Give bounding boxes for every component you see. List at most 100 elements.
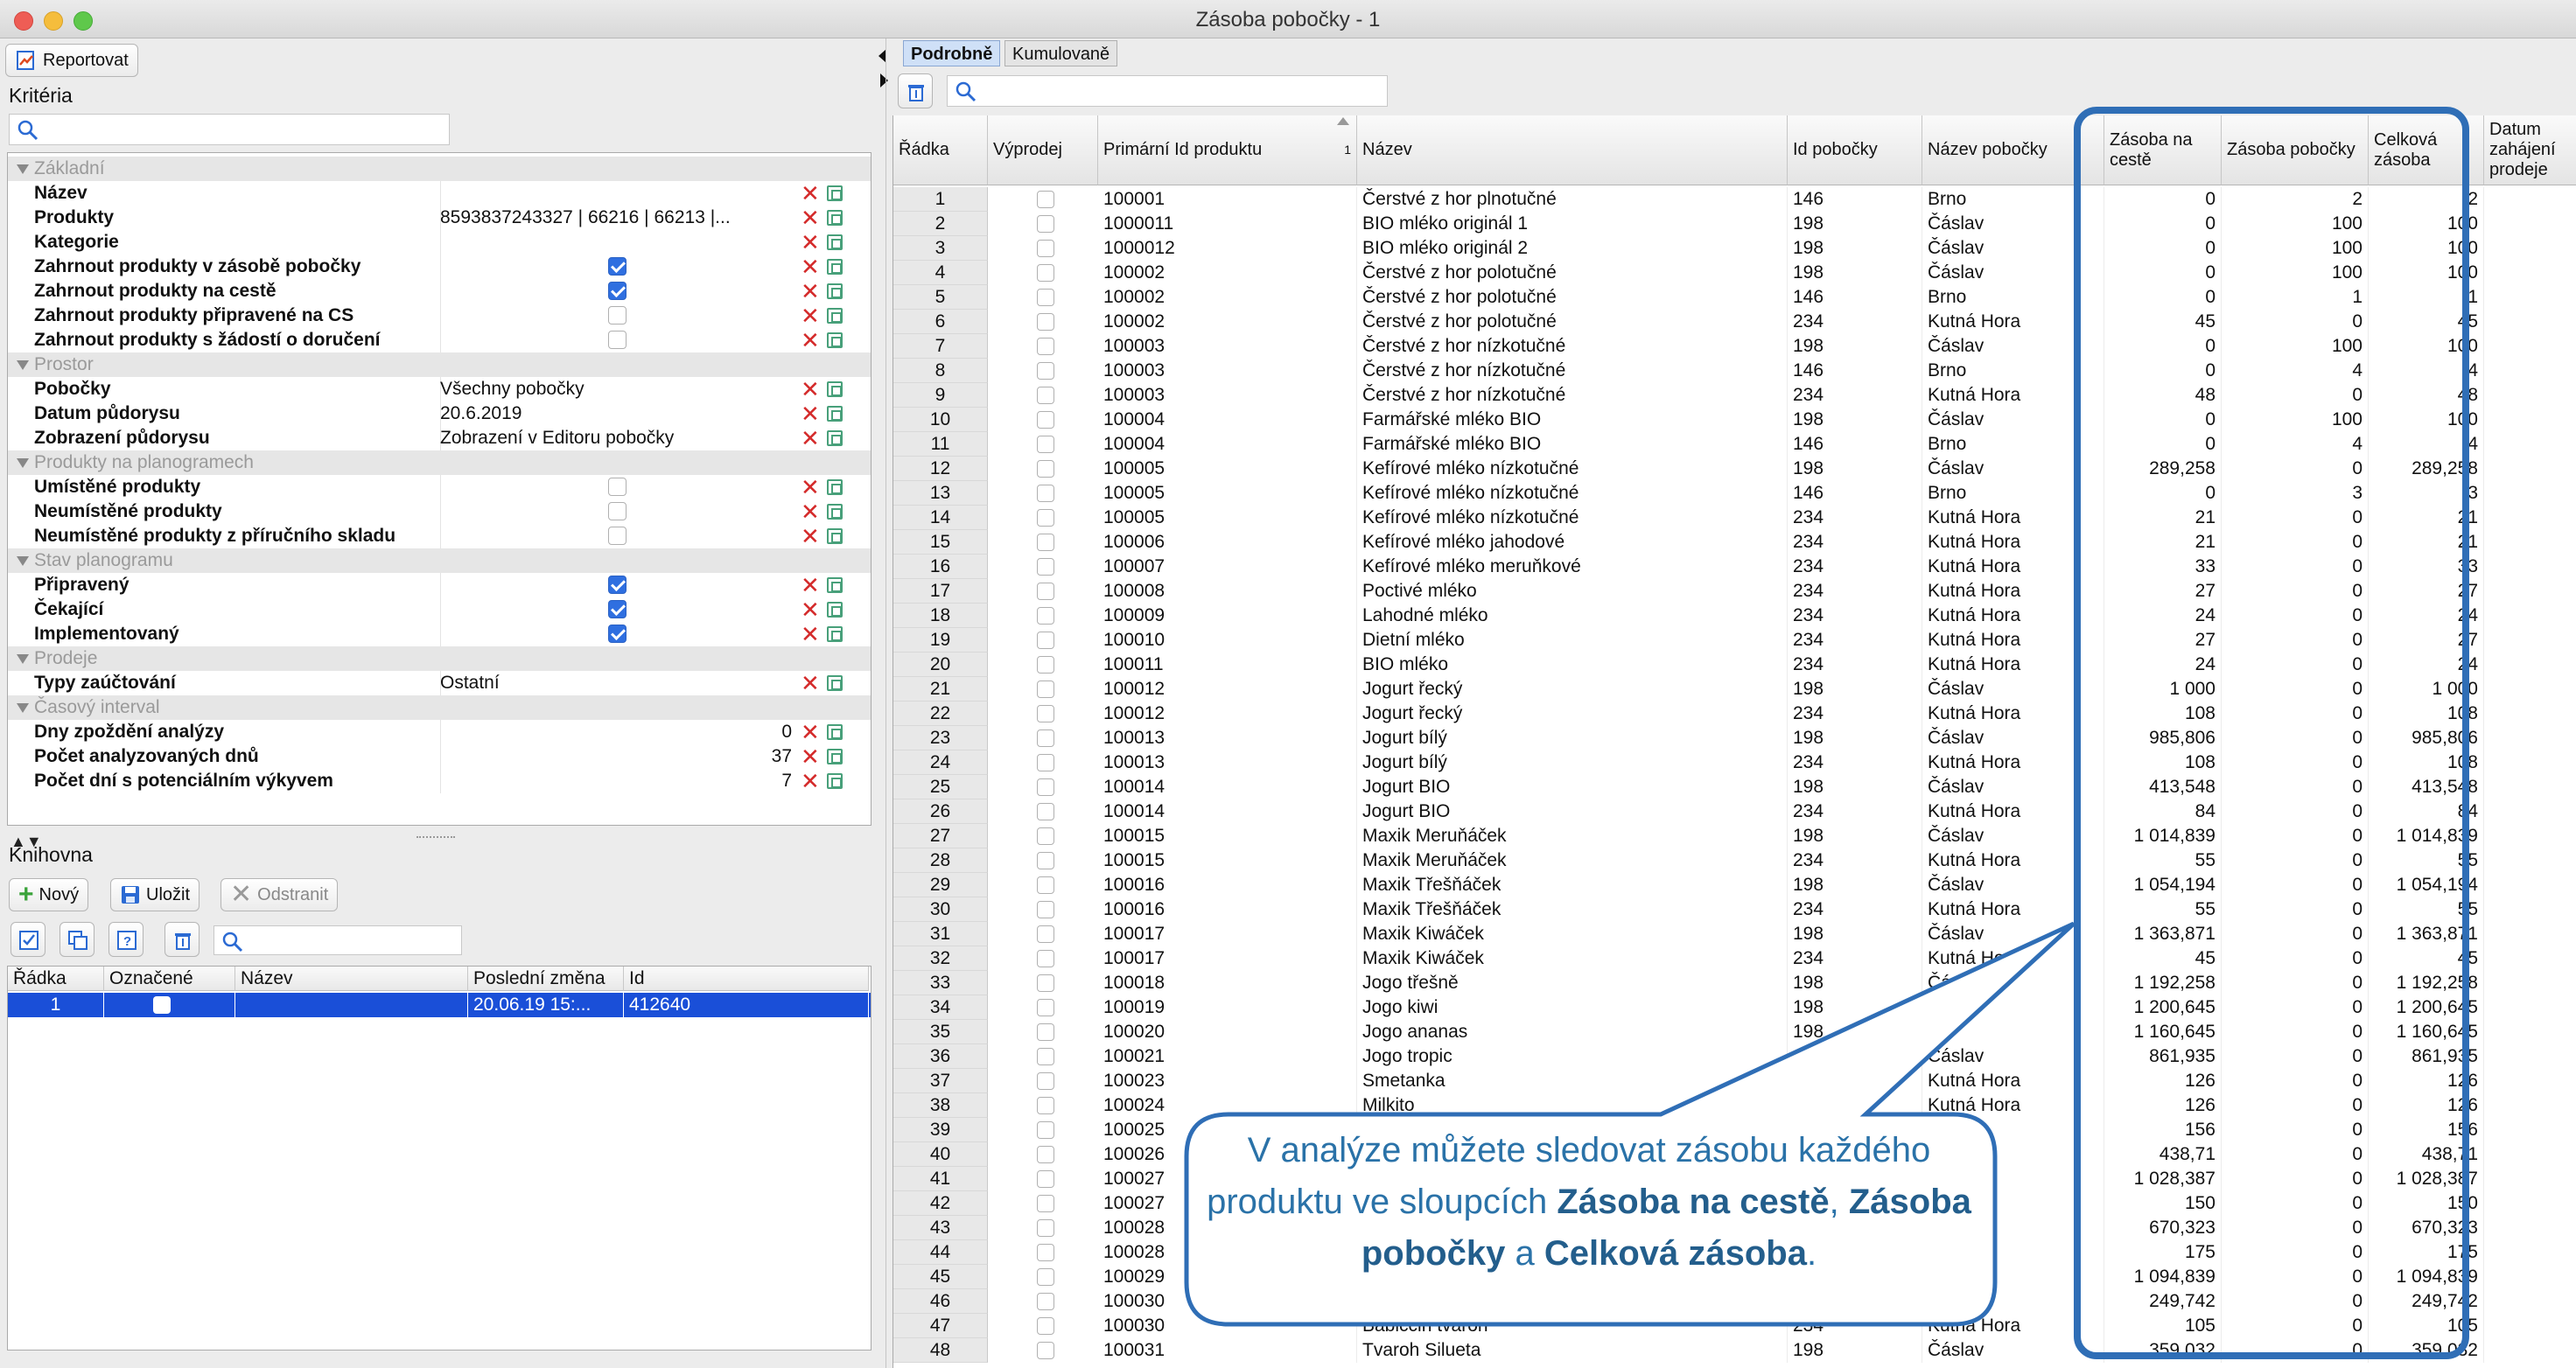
copy-icon[interactable]: [827, 283, 843, 299]
grid-cell[interactable]: 0: [2222, 1020, 2369, 1044]
save-button[interactable]: Uložit: [110, 878, 200, 911]
copy-icon[interactable]: [827, 577, 843, 593]
grid-cell[interactable]: 146: [1788, 481, 1922, 506]
grid-cell[interactable]: 146: [1788, 432, 1922, 457]
grid-cell[interactable]: 1 054,194: [2369, 873, 2484, 897]
grid-cell[interactable]: 198: [1788, 775, 1922, 799]
grid-cell[interactable]: 108: [2369, 701, 2484, 726]
criteria-checkbox[interactable]: [608, 600, 626, 618]
copy-icon[interactable]: [827, 675, 843, 691]
grid-cell[interactable]: 42: [893, 1191, 988, 1216]
sale-checkbox[interactable]: [1037, 803, 1054, 820]
grid-row[interactable]: 15 100006 Kefírové mléko jahodové 234 Kutná …: [893, 530, 2576, 555]
criteria-value[interactable]: Zobrazení v Editoru pobočky: [440, 426, 674, 450]
grid-cell[interactable]: Čerstvé z hor nízkotučné: [1357, 334, 1788, 359]
grid-row[interactable]: 19 100010 Dietní mléko 234 Kutná Hora 27 0 27: [893, 628, 2576, 653]
grid-cell[interactable]: 234: [1788, 750, 1922, 775]
sale-checkbox[interactable]: [1037, 827, 1054, 845]
grid-cell[interactable]: Čáslav: [1922, 775, 2104, 799]
grid-column-header[interactable]: Název: [1357, 115, 1788, 185]
sale-checkbox[interactable]: [1037, 974, 1054, 992]
grid-cell[interactable]: 21: [2369, 506, 2484, 530]
grid-cell[interactable]: 33: [2369, 555, 2484, 579]
grid-row[interactable]: 2 1000011 BIO mléko originál 1 198 Čáslav 0 10…: [893, 212, 2576, 236]
expand-right-icon[interactable]: [880, 73, 888, 87]
grid-cell[interactable]: 670,323: [2369, 1216, 2484, 1240]
grid-cell[interactable]: 2: [893, 212, 988, 236]
grid-row[interactable]: 24 100013 Jogurt bílý 234 Kutná Hora 108 0 108: [893, 750, 2576, 775]
grid-cell[interactable]: 0: [2222, 750, 2369, 775]
grid-cell[interactable]: 198: [1788, 971, 1922, 995]
grid-cell[interactable]: Kutná Hora: [1922, 897, 2104, 922]
grid-cell[interactable]: 100005: [1098, 506, 1357, 530]
grid-cell[interactable]: 1 094,839: [2369, 1265, 2484, 1289]
grid-cell[interactable]: 0: [2222, 971, 2369, 995]
sale-checkbox[interactable]: [1037, 778, 1054, 796]
library-cell[interactable]: [235, 993, 468, 1017]
grid-cell[interactable]: 100030: [1098, 1314, 1357, 1338]
grid-cell[interactable]: 45: [2369, 946, 2484, 971]
grid-cell[interactable]: Farmářské mléko BIO: [1357, 432, 1788, 457]
grid-cell[interactable]: 100: [2222, 408, 2369, 432]
grid-cell[interactable]: 100016: [1098, 873, 1357, 897]
clear-icon[interactable]: ✕: [801, 622, 820, 646]
grid-cell[interactable]: 43: [893, 1216, 988, 1240]
grid-cell[interactable]: Brno: [1922, 359, 2104, 383]
grid-row[interactable]: 48 100031 Tvaroh Silueta 198 Čáslav 359,032 0 3…: [893, 1338, 2576, 1363]
grid-cell[interactable]: 39: [893, 1118, 988, 1142]
grid-cell[interactable]: 0: [2104, 408, 2222, 432]
grid-cell[interactable]: Kutná Hora: [1922, 383, 2104, 408]
grid-cell[interactable]: 100: [2369, 334, 2484, 359]
grid-cell[interactable]: 15: [893, 530, 988, 555]
copy-icon[interactable]: [827, 259, 843, 275]
grid-cell[interactable]: 198: [1788, 236, 1922, 261]
criteria-checkbox[interactable]: [608, 527, 626, 545]
sale-checkbox[interactable]: [1037, 852, 1054, 869]
sale-checkbox[interactable]: [1037, 583, 1054, 600]
copy-icon[interactable]: [827, 308, 843, 324]
triangle-down-icon[interactable]: [17, 555, 29, 566]
grid-row[interactable]: 46 100030 249,742 0 249,742: [893, 1289, 2576, 1314]
grid-cell[interactable]: 413,548: [2104, 775, 2222, 799]
grid-cell[interactable]: Maxik Kiwáček: [1357, 946, 1788, 971]
copy-icon[interactable]: [827, 749, 843, 764]
grid-cell[interactable]: [1922, 995, 2104, 1020]
grid-cell[interactable]: 1 200,645: [2104, 995, 2222, 1020]
criteria-row[interactable]: Umístěné produkty ✕: [8, 475, 871, 499]
grid-cell[interactable]: 33: [893, 971, 988, 995]
grid-cell[interactable]: 17: [893, 579, 988, 604]
grid-row[interactable]: 20 100011 BIO mléko 234 Kutná Hora 24 0 24: [893, 653, 2576, 677]
grid-cell[interactable]: 48: [2104, 383, 2222, 408]
grid-cell[interactable]: 1: [2369, 285, 2484, 310]
grid-cell[interactable]: Brno: [1922, 481, 2104, 506]
grid-cell[interactable]: 0: [2104, 334, 2222, 359]
grid-cell[interactable]: [1788, 1044, 1922, 1069]
grid-cell[interactable]: 0: [2222, 1314, 2369, 1338]
clear-icon[interactable]: ✕: [801, 671, 820, 695]
grid-cell[interactable]: 108: [2369, 750, 2484, 775]
grid-cell[interactable]: 985,806: [2104, 726, 2222, 750]
grid-cell[interactable]: 670,323: [2104, 1216, 2222, 1240]
grid-column-header[interactable]: Název pobočky: [1922, 115, 2104, 185]
grid-cell[interactable]: 198: [1788, 726, 1922, 750]
grid-cell[interactable]: 27: [893, 824, 988, 848]
grid-row[interactable]: 5 100002 Čerstvé z hor polotučné 146 Brno 0 1 1: [893, 285, 2576, 310]
grid-cell[interactable]: Kutná Hora: [1922, 701, 2104, 726]
criteria-row[interactable]: Kategorie ✕: [8, 230, 871, 255]
grid-cell[interactable]: 27: [2369, 579, 2484, 604]
criteria-row[interactable]: Neumístěné produkty z příručního skladu ✕: [8, 524, 871, 548]
grid-cell[interactable]: 3: [2222, 481, 2369, 506]
clear-icon[interactable]: ✕: [801, 230, 820, 255]
sale-checkbox[interactable]: [1037, 289, 1054, 306]
grid-cell[interactable]: [1788, 1289, 1922, 1314]
grid-cell[interactable]: 100016: [1098, 897, 1357, 922]
clear-icon[interactable]: ✕: [801, 328, 820, 352]
sale-checkbox[interactable]: [1037, 460, 1054, 478]
grid-cell[interactable]: 84: [2104, 799, 2222, 824]
criteria-row[interactable]: Čekající ✕: [8, 597, 871, 622]
sale-checkbox[interactable]: [1037, 1170, 1054, 1188]
grid-cell[interactable]: 22: [893, 701, 988, 726]
grid-cell[interactable]: Kutná Hora: [1922, 310, 2104, 334]
grid-cell[interactable]: 175: [2369, 1240, 2484, 1265]
grid-cell[interactable]: 289,258: [2369, 457, 2484, 481]
